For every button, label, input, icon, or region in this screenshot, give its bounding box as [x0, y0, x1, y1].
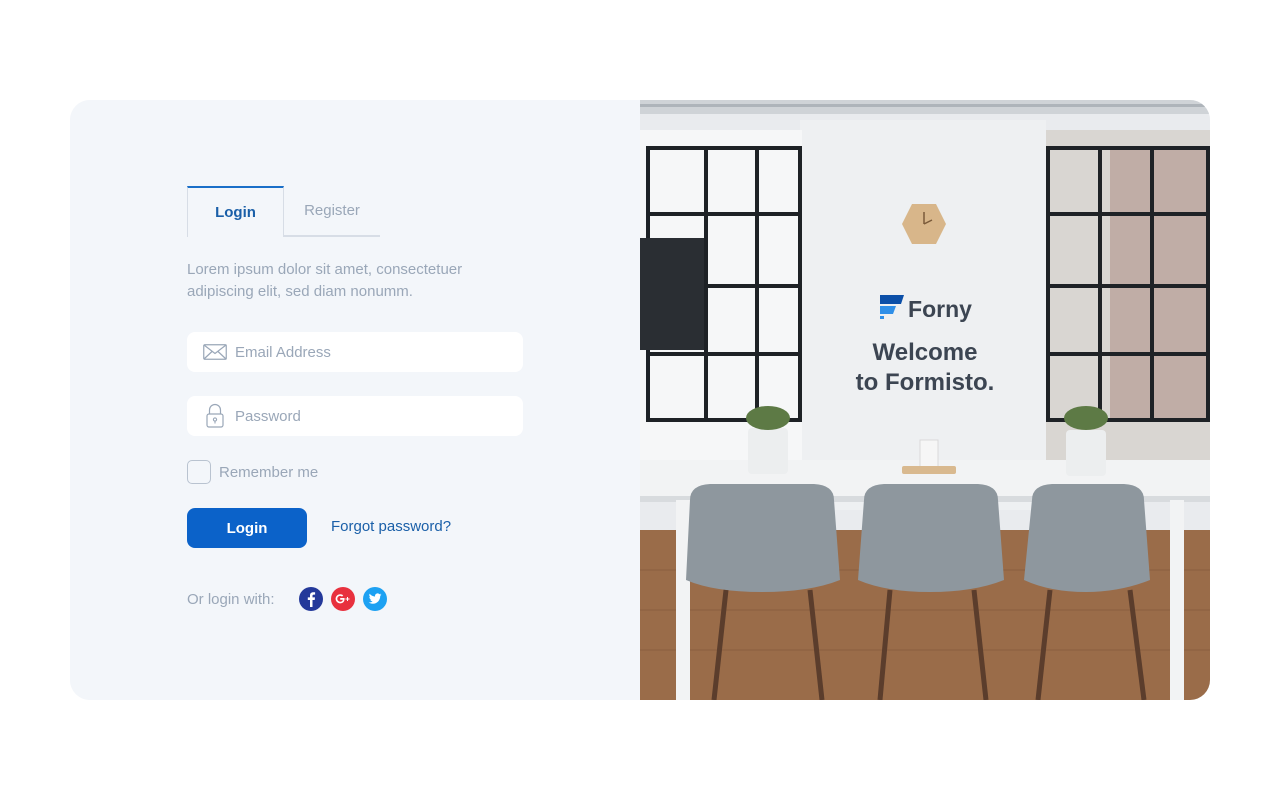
welcome-panel: Forny Welcome to Formisto.	[640, 100, 1210, 700]
email-field	[187, 332, 523, 372]
facebook-icon[interactable]	[298, 587, 323, 611]
email-input[interactable]	[187, 332, 523, 372]
forny-logo-icon	[878, 295, 905, 324]
password-input[interactable]	[187, 396, 523, 436]
login-card: Login Register Lorem ipsum dolor sit ame…	[70, 100, 1210, 700]
welcome-heading: Welcome to Formisto.	[640, 338, 1210, 398]
tab-register[interactable]: Register	[284, 186, 380, 237]
brand-name: Forny	[908, 296, 972, 322]
login-button[interactable]: Login	[187, 508, 307, 548]
welcome-line-2: to Formisto.	[855, 369, 995, 396]
social-login: Or login with:	[187, 587, 395, 611]
password-field	[187, 396, 523, 436]
office-photo	[640, 100, 1210, 700]
login-panel: Login Register Lorem ipsum dolor sit ame…	[70, 100, 640, 700]
lock-icon	[203, 403, 227, 429]
envelope-icon	[203, 344, 227, 360]
welcome-line-1: Welcome	[872, 339, 978, 366]
google-plus-icon[interactable]	[330, 587, 355, 611]
remember-me-checkbox[interactable]	[187, 460, 211, 484]
twitter-icon[interactable]	[362, 587, 387, 611]
tab-login[interactable]: Login	[187, 186, 284, 237]
social-login-label: Or login with:	[187, 590, 275, 608]
forgot-password-link[interactable]: Forgot password?	[331, 518, 451, 535]
auth-tabs: Login Register	[187, 186, 380, 237]
remember-me: Remember me	[187, 460, 318, 484]
brand-logo: Forny	[640, 295, 1210, 324]
remember-me-label: Remember me	[219, 463, 319, 481]
login-description: Lorem ipsum dolor sit amet, consectetuer…	[187, 261, 463, 300]
